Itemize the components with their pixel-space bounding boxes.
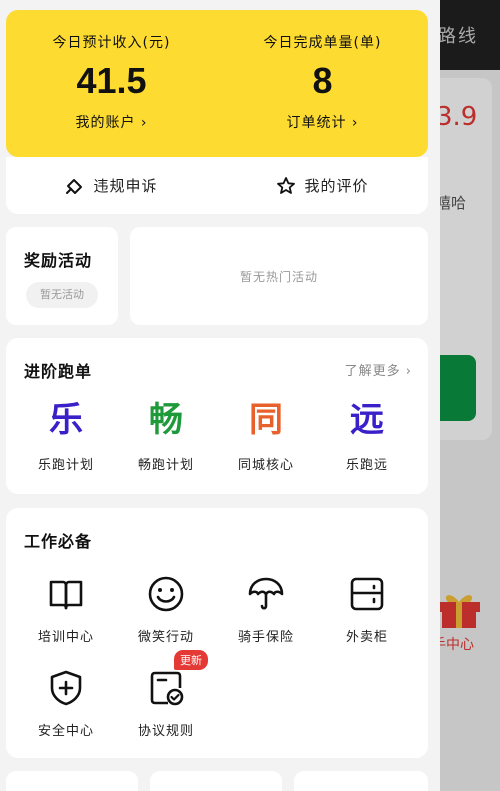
safety-center-button[interactable]: 安全中心 bbox=[16, 668, 116, 739]
shield-plus-icon bbox=[50, 670, 82, 706]
run-label: 同城核心 bbox=[237, 458, 294, 473]
run-char: 远 bbox=[350, 400, 384, 440]
bottom-card bbox=[294, 771, 428, 791]
run-item-tong[interactable]: 同 同城核心 bbox=[216, 400, 316, 473]
run-label: 乐跑计划 bbox=[37, 458, 94, 473]
tool-label: 骑手保险 bbox=[237, 630, 294, 645]
work-essentials-title: 工作必备 bbox=[24, 532, 93, 551]
my-account-link[interactable]: 我的账户 › bbox=[6, 112, 217, 132]
work-essentials-card: 工作必备 培训中心 微笑行动 骑手保险 外卖柜 安全中心 更新 协议规则 bbox=[6, 508, 428, 758]
my-review-label: 我的评价 bbox=[304, 177, 369, 195]
order-statistics-link[interactable]: 订单统计 › bbox=[217, 112, 428, 132]
locker-icon bbox=[350, 577, 384, 611]
smile-action-button[interactable]: 微笑行动 bbox=[116, 574, 216, 645]
run-item-le[interactable]: 乐 乐跑计划 bbox=[16, 400, 116, 473]
run-item-chang[interactable]: 畅 畅跑计划 bbox=[116, 400, 216, 473]
stats-card: 今日预计收入(元) 41.5 我的账户 › 今日完成单量(单) 8 订单统计 › bbox=[6, 10, 428, 157]
appeal-label: 违规申诉 bbox=[93, 177, 158, 195]
reward-card: 奖励活动 暂无活动 bbox=[6, 227, 118, 325]
tool-label: 安全中心 bbox=[37, 724, 94, 739]
run-char: 畅 bbox=[149, 400, 183, 440]
update-badge: 更新 bbox=[174, 650, 208, 670]
chevron-right-icon: › bbox=[405, 364, 412, 379]
advanced-run-card: 进阶跑单 了解更多 › 乐 乐跑计划 畅 畅跑计划 同 同城核心 远 乐跑远 bbox=[6, 338, 428, 494]
bottom-card bbox=[6, 771, 138, 791]
orders-stat: 今日完成单量(单) 8 订单统计 › bbox=[217, 10, 428, 132]
learn-more-link[interactable]: 了解更多 › bbox=[345, 360, 412, 379]
umbrella-icon bbox=[248, 577, 284, 610]
tool-label: 外卖柜 bbox=[345, 630, 388, 645]
income-label: 今日预计收入(元) bbox=[52, 35, 171, 51]
book-icon bbox=[49, 580, 83, 610]
side-drawer: 今日预计收入(元) 41.5 我的账户 › 今日完成单量(单) 8 订单统计 ›… bbox=[0, 0, 440, 791]
run-label: 乐跑远 bbox=[345, 458, 388, 473]
run-label: 畅跑计划 bbox=[137, 458, 194, 473]
quick-links-card: 违规申诉 我的评价 bbox=[6, 157, 428, 214]
run-item-yuan[interactable]: 远 乐跑远 bbox=[317, 400, 417, 473]
rider-insurance-button[interactable]: 骑手保险 bbox=[216, 574, 316, 645]
bottom-card bbox=[150, 771, 282, 791]
training-center-button[interactable]: 培训中心 bbox=[16, 574, 116, 645]
hot-activity-empty: 暂无热门活动 bbox=[239, 269, 318, 284]
no-activity-pill: 暂无活动 bbox=[26, 282, 98, 308]
agreement-rules-button[interactable]: 更新 协议规则 bbox=[116, 650, 216, 739]
hot-activity-card: 暂无热门活动 bbox=[130, 227, 428, 325]
hammer-icon bbox=[66, 178, 83, 194]
reward-title: 奖励活动 bbox=[24, 251, 93, 270]
advanced-run-title: 进阶跑单 bbox=[24, 362, 93, 381]
tool-label: 培训中心 bbox=[37, 630, 94, 645]
run-char: 乐 bbox=[49, 400, 83, 440]
run-char: 同 bbox=[249, 400, 283, 440]
orders-label: 今日完成单量(单) bbox=[263, 35, 382, 51]
star-icon bbox=[277, 176, 296, 194]
background-page: 路线 3.9 嘻哈 手中心 bbox=[430, 0, 500, 791]
appeal-button[interactable]: 违规申诉 bbox=[6, 157, 217, 214]
tool-label: 协议规则 bbox=[137, 724, 194, 739]
orders-value: 8 bbox=[312, 60, 333, 101]
overlay-shadow[interactable] bbox=[430, 0, 500, 791]
document-check-icon bbox=[150, 671, 184, 706]
income-value: 41.5 bbox=[76, 60, 147, 101]
delivery-locker-button[interactable]: 外卖柜 bbox=[317, 574, 417, 645]
income-stat: 今日预计收入(元) 41.5 我的账户 › bbox=[6, 10, 217, 132]
smile-icon bbox=[148, 576, 184, 612]
tool-label: 微笑行动 bbox=[137, 630, 194, 645]
learn-more-label: 了解更多 bbox=[344, 364, 401, 379]
my-review-button[interactable]: 我的评价 bbox=[217, 157, 428, 214]
